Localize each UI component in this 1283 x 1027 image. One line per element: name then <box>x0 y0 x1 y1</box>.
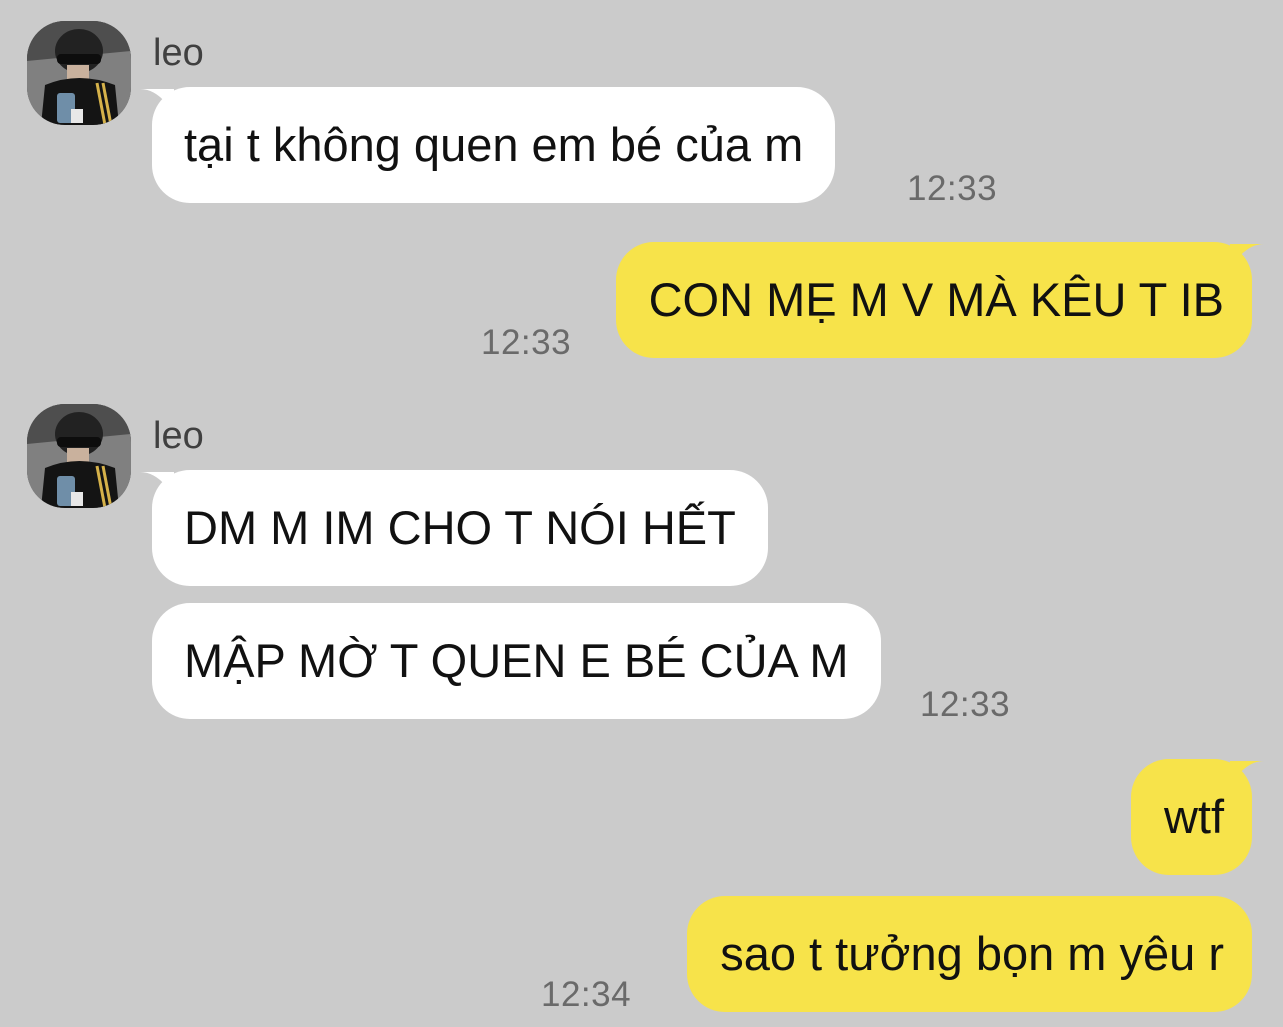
message-text: CON MẸ M V MÀ KÊU T IB <box>648 273 1224 326</box>
bubble-tail-icon <box>1230 244 1264 272</box>
message-bubble-incoming[interactable]: MẬP MỜ T QUEN E BÉ CỦA M <box>152 603 881 719</box>
sender-name: leo <box>153 32 204 74</box>
message-bubble-incoming[interactable]: DM M IM CHO T NÓI HẾT <box>140 470 768 586</box>
message-timestamp: 12:33 <box>481 323 572 362</box>
bubble-tail-icon <box>1230 761 1264 789</box>
message-text: MẬP MỜ T QUEN E BÉ CỦA M <box>184 634 849 687</box>
message-bubble-outgoing[interactable]: wtf <box>1130 759 1264 875</box>
message-timestamp: 12:34 <box>541 975 632 1014</box>
message-text: tại t không quen em bé của m <box>184 118 804 171</box>
bubble-tail-icon <box>140 89 174 117</box>
bubble-tail-icon <box>140 472 174 500</box>
profile-photo-icon <box>27 21 131 125</box>
message-bubble-incoming[interactable]: tại t không quen em bé của m <box>140 87 836 203</box>
message-text: sao t tưởng bọn m yêu r <box>720 927 1224 980</box>
sender-name: leo <box>153 415 204 457</box>
avatar[interactable] <box>27 404 131 508</box>
message-bubble-outgoing[interactable]: CON MẸ M V MÀ KÊU T IB <box>615 242 1264 358</box>
message-text: DM M IM CHO T NÓI HẾT <box>184 501 736 554</box>
message-timestamp: 12:33 <box>920 685 1011 724</box>
message-timestamp: 12:33 <box>907 169 998 208</box>
profile-photo-icon <box>27 404 131 508</box>
avatar[interactable] <box>27 21 131 125</box>
message-bubble-outgoing[interactable]: sao t tưởng bọn m yêu r <box>687 896 1252 1012</box>
message-text: wtf <box>1163 790 1224 843</box>
